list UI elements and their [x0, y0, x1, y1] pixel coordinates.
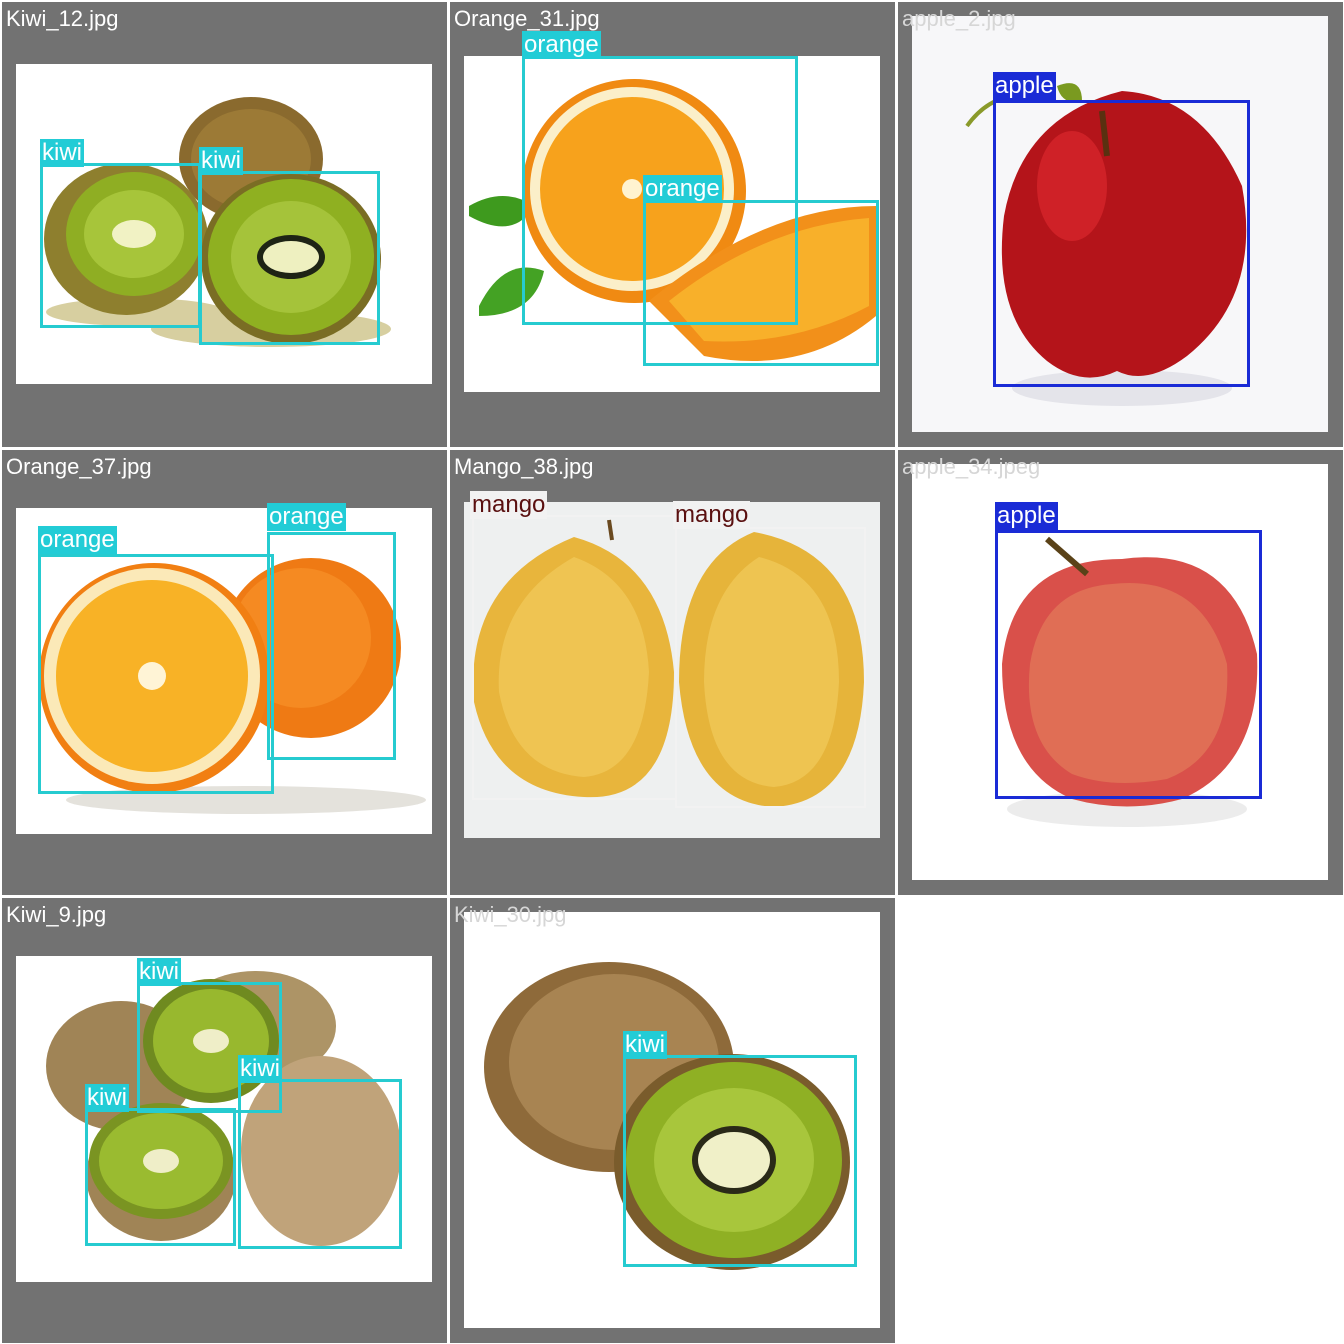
- tile-orange-37: Orange_37.jpg orange orange: [2, 450, 447, 895]
- detection-box-kiwi: [85, 1108, 236, 1246]
- detection-box-kiwi: [199, 171, 380, 345]
- tile-kiwi-9: Kiwi_9.jpg kiwi kiwi kiwi: [2, 898, 447, 1343]
- detection-box-kiwi: [238, 1079, 402, 1249]
- detection-box-orange: [267, 532, 396, 760]
- filename-label: Mango_38.jpg: [454, 454, 594, 479]
- detection-box-apple: [993, 100, 1250, 387]
- detection-label: kiwi: [623, 1031, 667, 1059]
- empty-tile: [898, 898, 1343, 1343]
- detection-label: mango: [470, 491, 548, 519]
- detection-label: kiwi: [137, 958, 181, 986]
- tile-kiwi-12: Kiwi_12.jpg kiwi kiwi: [2, 2, 447, 447]
- detection-box-orange: [643, 200, 879, 366]
- detection-label: kiwi: [238, 1055, 282, 1083]
- detection-box-mango: [472, 515, 677, 800]
- filename-label: apple_34.jpeg: [902, 454, 1041, 479]
- detection-box-apple: [995, 530, 1262, 799]
- detection-label: orange: [643, 175, 722, 203]
- filename-label: apple_2.jpg: [902, 6, 1016, 31]
- tile-mango-38: Mango_38.jpg mango mango: [450, 450, 895, 895]
- detection-label: apple: [995, 502, 1058, 530]
- detection-box-orange: [38, 554, 274, 794]
- detection-label: kiwi: [40, 139, 84, 167]
- tile-kiwi-30: Kiwi_30.jpg kiwi: [450, 898, 895, 1343]
- detection-box-kiwi: [40, 163, 201, 328]
- tile-apple-34: apple_34.jpeg apple: [898, 450, 1343, 895]
- detection-label: kiwi: [85, 1084, 129, 1112]
- detection-label: apple: [993, 72, 1056, 100]
- detection-label: orange: [38, 526, 117, 554]
- tile-orange-31: Orange_31.jpg orange orange: [450, 2, 895, 447]
- detection-label: kiwi: [199, 147, 243, 175]
- filename-label: Kiwi_9.jpg: [6, 902, 107, 927]
- filename-label: Kiwi_30.jpg: [454, 902, 567, 927]
- detection-box-kiwi: [623, 1055, 857, 1267]
- filename-label: Orange_31.jpg: [454, 6, 600, 31]
- detection-label: mango: [673, 501, 751, 529]
- detection-box-mango: [675, 527, 866, 808]
- filename-label: Orange_37.jpg: [6, 454, 152, 479]
- filename-label: Kiwi_12.jpg: [6, 6, 119, 31]
- detection-label: orange: [522, 31, 601, 59]
- detection-label: orange: [267, 503, 346, 531]
- tile-apple-2: apple_2.jpg apple: [898, 2, 1343, 447]
